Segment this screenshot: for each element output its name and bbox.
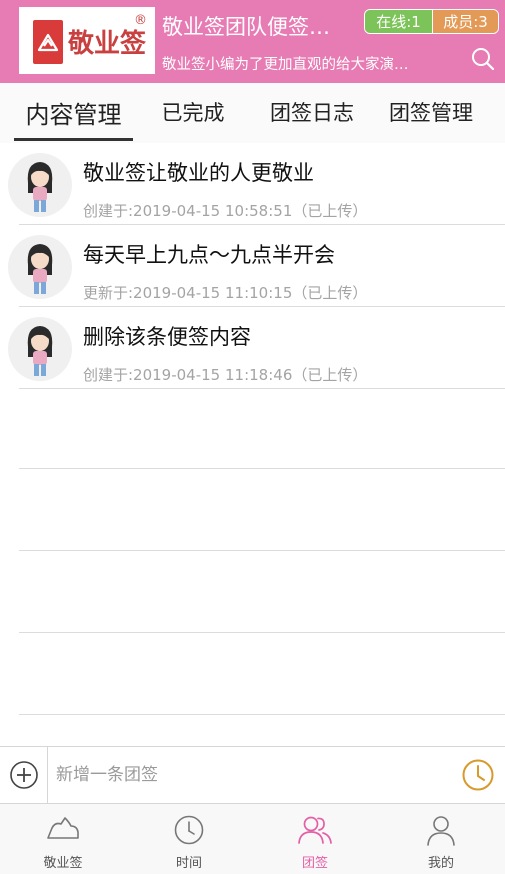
nav-label: 我的 (427, 856, 454, 871)
new-note-bar (0, 746, 505, 804)
bottom-navigation: 敬业签 时间 团签 我的 (0, 804, 505, 874)
empty-row-divider (19, 632, 505, 633)
team-status-badges[interactable]: 在线:1 成员:3 (364, 9, 499, 34)
logo-registered-mark: ® (134, 13, 147, 28)
note-title: 敬业签让敬业的人更敬业 (83, 161, 314, 185)
empty-row-divider (19, 550, 505, 551)
avatar[interactable] (8, 317, 72, 381)
nav-item-time[interactable]: 时间 (126, 804, 252, 874)
tab-completed[interactable]: 已完成 (143, 83, 243, 141)
list-item[interactable]: 每天早上九点～九点半开会 更新于:2019-04-15 11:10:15（已上传… (0, 225, 505, 307)
tab-content-management[interactable]: 内容管理 (14, 83, 133, 141)
tab-bar: 内容管理 已完成 团签日志 团签管理 (0, 83, 505, 143)
clock-icon (174, 815, 204, 845)
reminder-clock-icon[interactable] (461, 758, 495, 792)
empty-row-divider (19, 468, 505, 469)
nav-item-mine[interactable]: 我的 (378, 804, 504, 874)
nav-label: 敬业签 (43, 856, 83, 871)
header-bar: 敬业签 ® 敬业签团队便签… 敬业签小编为了更加直观的给大家演… 在线:1 成员… (0, 0, 505, 83)
search-icon[interactable] (470, 46, 496, 72)
person-icon (427, 816, 455, 846)
row-divider (19, 388, 505, 389)
app-logo: 敬业签 ® (19, 7, 155, 74)
logo-text: 敬业签 (68, 29, 147, 59)
note-title: 每天早上九点～九点半开会 (83, 243, 335, 267)
app-root: 敬业签 ® 敬业签团队便签… 敬业签小编为了更加直观的给大家演… 在线:1 成员… (0, 0, 505, 874)
note-timestamp: 创建于:2019-04-15 11:18:46（已上传） (83, 366, 368, 384)
add-button[interactable] (0, 747, 48, 803)
avatar[interactable] (8, 235, 72, 299)
list-item[interactable]: 删除该条便签内容 创建于:2019-04-15 11:18:46（已上传） (0, 307, 505, 389)
tab-team-log[interactable]: 团签日志 (258, 83, 366, 141)
list-item[interactable]: 敬业签让敬业的人更敬业 创建于:2019-04-15 10:58:51（已上传） (0, 143, 505, 225)
nav-item-jingyeqian[interactable]: 敬业签 (0, 804, 126, 874)
team-subtitle[interactable]: 敬业签小编为了更加直观的给大家演… (162, 53, 444, 74)
team-title[interactable]: 敬业签团队便签… (162, 11, 362, 41)
tab-team-management[interactable]: 团签管理 (376, 83, 486, 141)
new-note-input[interactable] (56, 757, 446, 793)
member-count-badge[interactable]: 成员:3 (432, 10, 498, 33)
nav-label: 团签 (301, 856, 328, 871)
empty-row-divider (19, 714, 505, 715)
note-timestamp: 创建于:2019-04-15 10:58:51（已上传） (83, 202, 368, 220)
nav-label: 时间 (175, 856, 202, 871)
active-tab-indicator (14, 138, 133, 141)
avatar[interactable] (8, 153, 72, 217)
note-timestamp: 更新于:2019-04-15 11:10:15（已上传） (83, 284, 368, 302)
nav-item-team[interactable]: 团签 (252, 804, 378, 874)
logo-mark-icon (33, 20, 63, 64)
online-count-badge[interactable]: 在线:1 (365, 10, 432, 33)
plus-circle-icon (9, 761, 38, 789)
team-icon (298, 816, 332, 844)
note-title: 删除该条便签内容 (83, 325, 251, 349)
cloud-icon (47, 817, 79, 839)
